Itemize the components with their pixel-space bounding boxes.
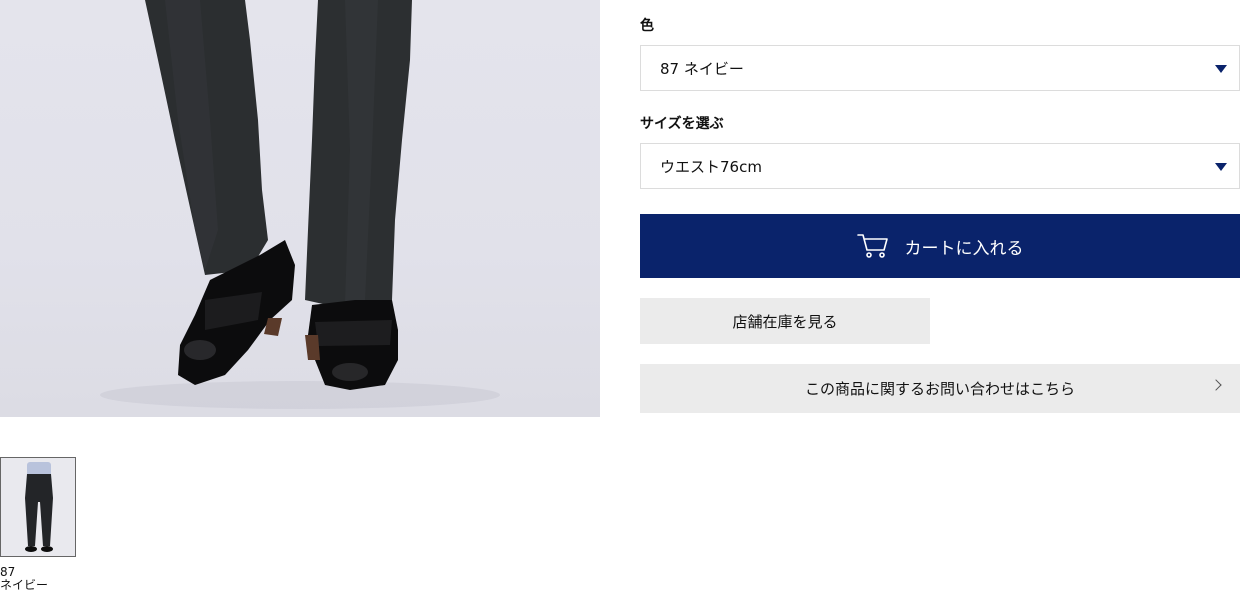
chevron-right-icon (1210, 379, 1222, 391)
product-photo (100, 0, 500, 409)
product-inquiry-label: この商品に関するお問い合わせはこちら (804, 380, 1075, 398)
caret-down-icon (1215, 163, 1227, 171)
color-label: 色 (640, 18, 654, 34)
add-to-cart-button[interactable]: カートに入れる (640, 214, 1240, 278)
store-stock-button[interactable]: 店舗在庫を見る (640, 298, 930, 344)
thumbnail-color-name: ネイビー (0, 578, 49, 592)
caret-down-icon (1215, 65, 1227, 73)
thumbnail-image[interactable] (0, 457, 76, 557)
color-select-value: 87 ネイビー (660, 59, 744, 78)
size-select[interactable]: ウエスト76cm (640, 143, 1240, 189)
thumbnail-photo (1, 458, 75, 556)
add-to-cart-label: カートに入れる (904, 238, 1024, 259)
product-main-image[interactable] (0, 0, 600, 417)
size-label: サイズを選ぶ (640, 116, 724, 132)
size-select-value: ウエスト76cm (660, 157, 762, 176)
cart-icon (856, 233, 889, 259)
thumbnail-caption: 87 ネイビー (0, 566, 48, 592)
store-stock-label: 店舗在庫を見る (732, 312, 838, 331)
product-inquiry-button[interactable]: この商品に関するお問い合わせはこちら (640, 364, 1240, 413)
color-select[interactable]: 87 ネイビー (640, 45, 1240, 91)
